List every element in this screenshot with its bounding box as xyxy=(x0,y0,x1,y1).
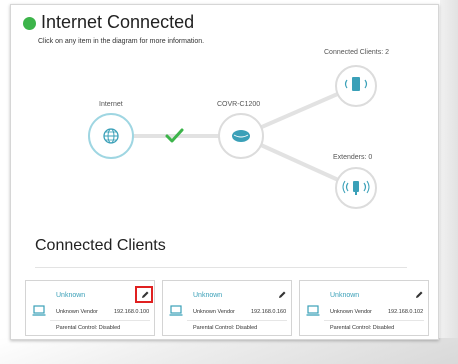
client-name: Unknown xyxy=(56,292,86,299)
client-ip: 192.168.0.100 xyxy=(114,309,150,315)
client-vendor: Unknown Vendor xyxy=(56,309,98,315)
router-status-window: Internet Connected Click on any item in … xyxy=(10,4,439,340)
client-ip: 192.168.0.102 xyxy=(388,309,424,315)
client-ip: 192.168.0.160 xyxy=(251,309,287,315)
background-shape-right xyxy=(440,0,458,364)
client-name: Unknown xyxy=(193,292,223,299)
laptop-icon xyxy=(306,305,320,316)
client-card[interactable]: Unknown Unknown Vendor 192.168.0.100 Par… xyxy=(25,280,155,336)
client-vendor: Unknown Vendor xyxy=(330,309,372,315)
connected-clients-node[interactable] xyxy=(335,65,377,107)
extenders-node[interactable] xyxy=(335,167,377,209)
router-label: COVR-C1200 xyxy=(217,101,261,108)
connected-clients-heading: Connected Clients xyxy=(35,237,166,254)
card-divider xyxy=(50,320,150,321)
parental-control-status: Parental Control: Disabled xyxy=(330,325,395,331)
pencil-icon[interactable] xyxy=(414,290,424,300)
internet-node[interactable] xyxy=(88,113,134,159)
background-shape-bottom xyxy=(0,338,458,364)
card-divider xyxy=(187,320,287,321)
section-divider xyxy=(35,267,407,268)
client-card[interactable]: Unknown Unknown Vendor 192.168.0.160 Par… xyxy=(162,280,292,336)
laptop-icon xyxy=(169,305,183,316)
router-icon xyxy=(232,130,250,142)
network-diagram xyxy=(88,65,377,209)
connected-clients-label: Connected Clients: 2 xyxy=(324,49,389,56)
laptop-icon xyxy=(32,305,46,316)
parental-control-status: Parental Control: Disabled xyxy=(56,325,121,331)
parental-control-status: Parental Control: Disabled xyxy=(193,325,258,331)
client-card[interactable]: Unknown Unknown Vendor 192.168.0.102 Par… xyxy=(299,280,429,336)
pencil-icon[interactable] xyxy=(277,290,287,300)
edit-highlight-box xyxy=(135,286,153,303)
card-divider xyxy=(324,320,424,321)
client-name: Unknown xyxy=(330,292,360,299)
internet-label: Internet xyxy=(99,101,123,108)
extenders-label: Extenders: 0 xyxy=(333,154,373,161)
router-node[interactable] xyxy=(218,113,264,159)
client-vendor: Unknown Vendor xyxy=(193,309,235,315)
